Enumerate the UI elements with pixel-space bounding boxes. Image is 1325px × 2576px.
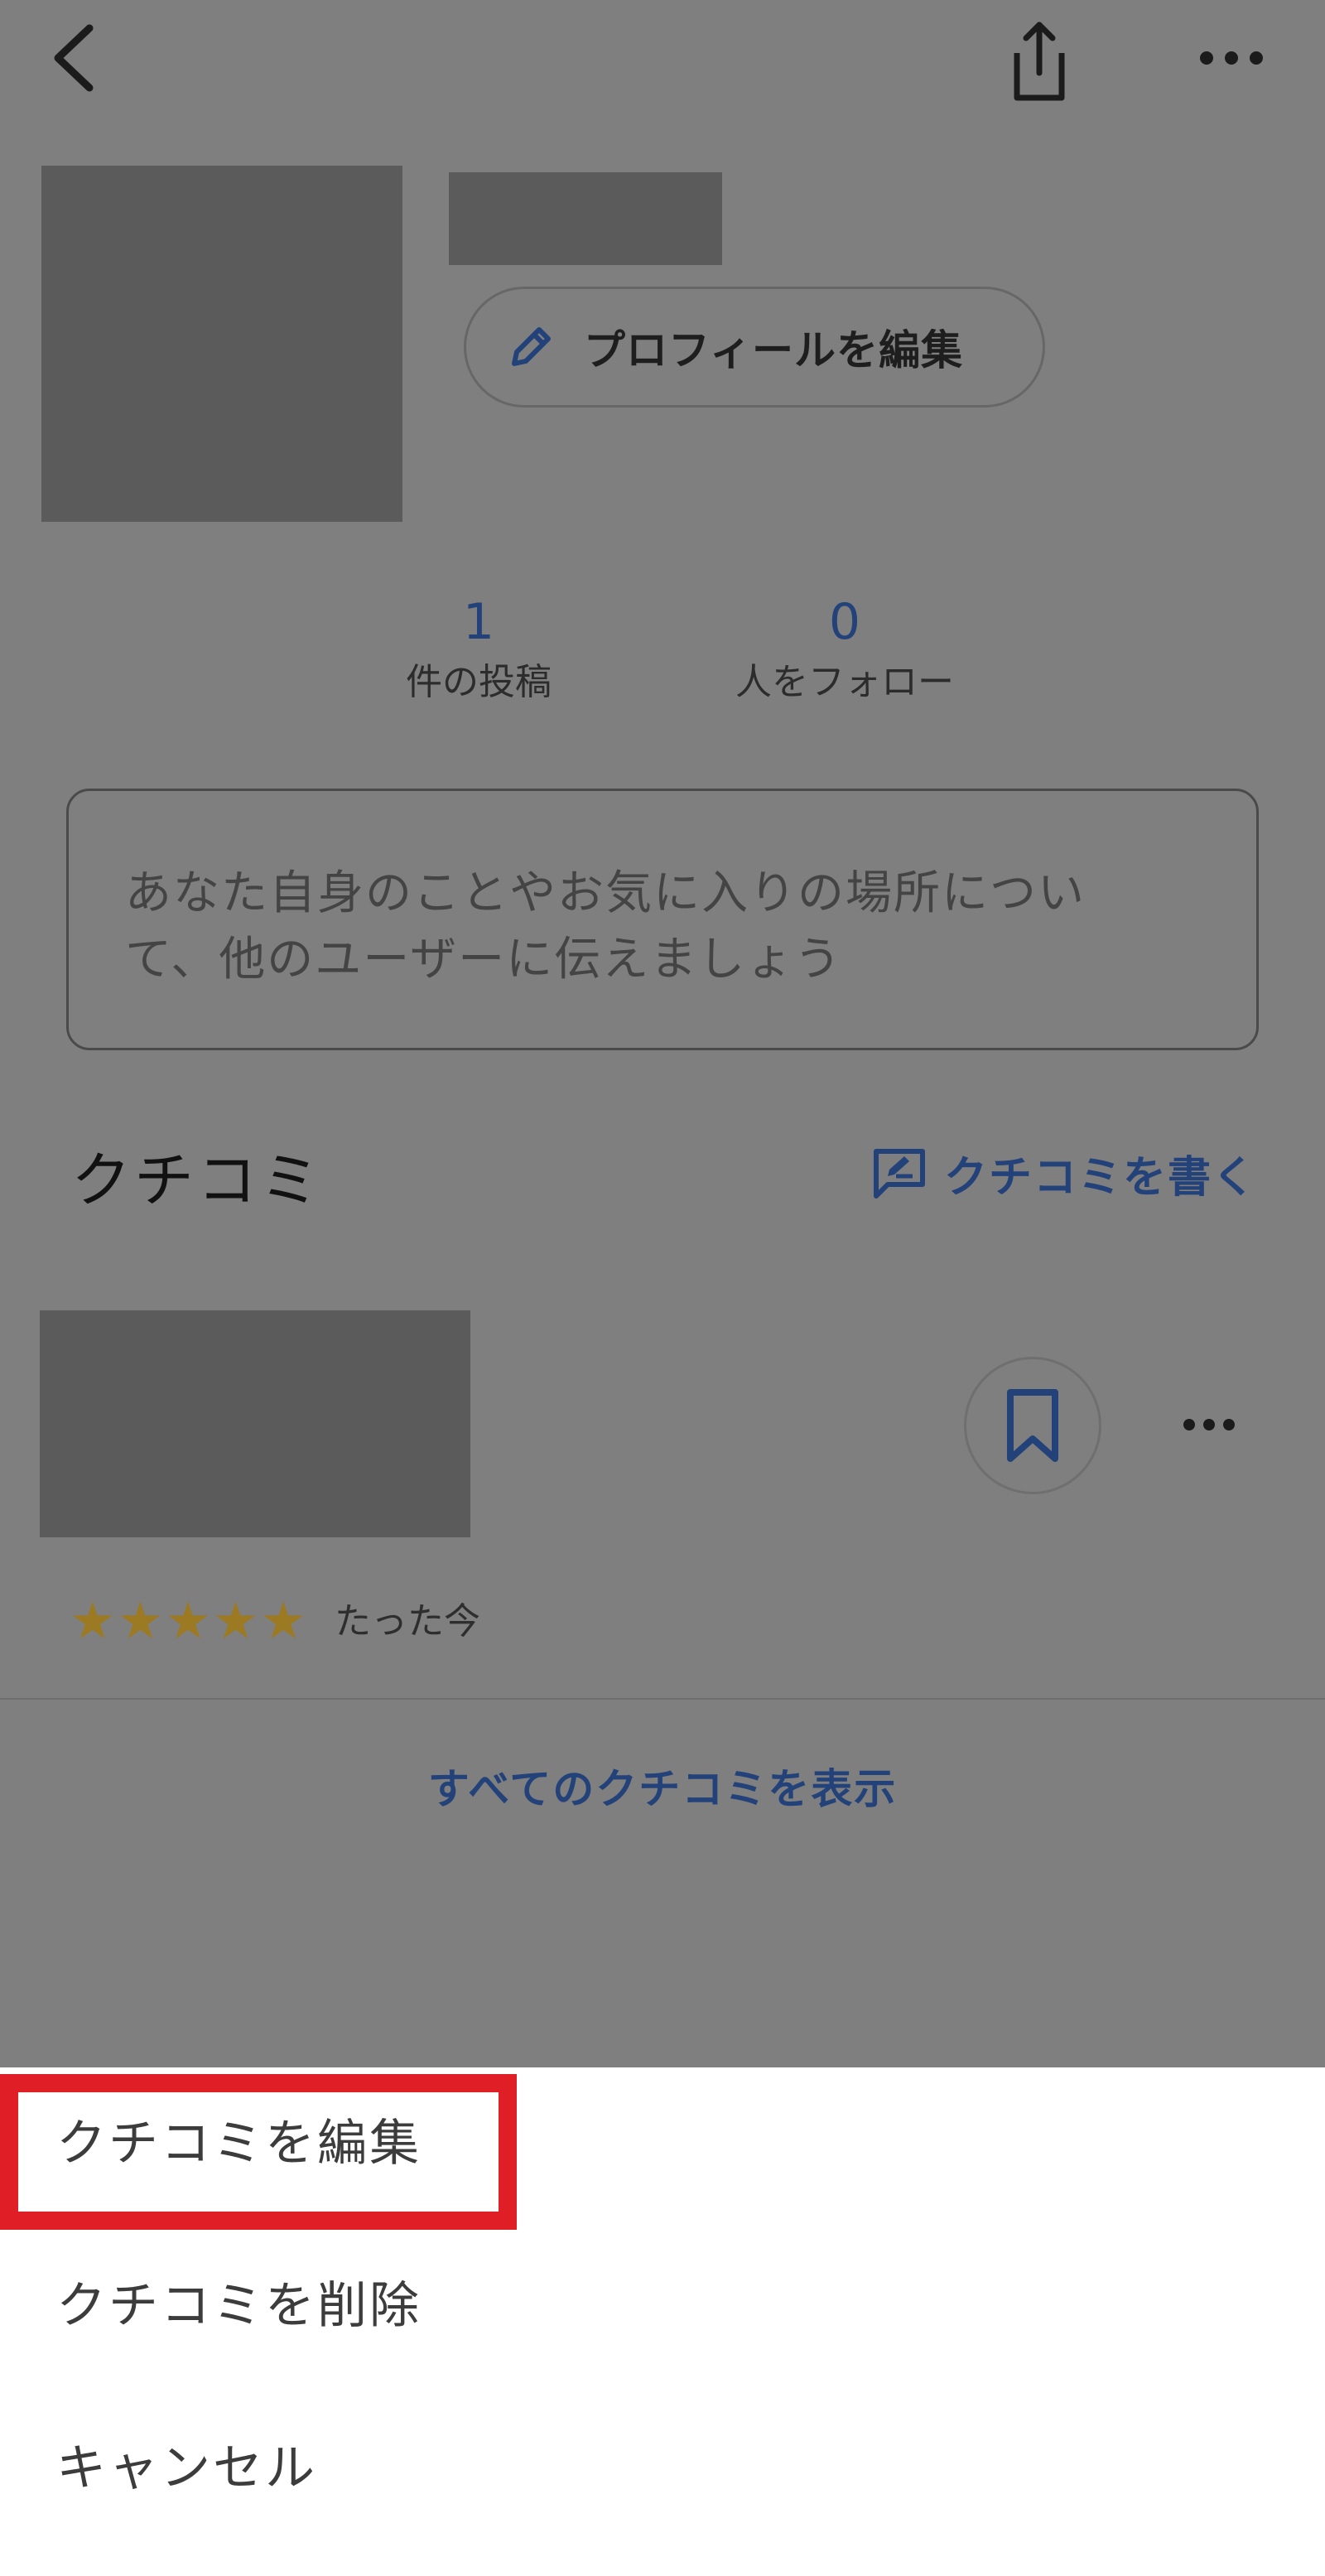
write-review-link[interactable]: クチコミを書く	[871, 1140, 1257, 1206]
write-review-label: クチコミを書く	[944, 1152, 1258, 1203]
stat-following-value: 0	[828, 593, 861, 651]
divider	[0, 1698, 1325, 1700]
more-horizontal-icon	[1183, 1419, 1235, 1430]
review-more-button[interactable]	[1179, 1406, 1239, 1443]
edit-profile-button[interactable]: プロフィールを編集	[464, 287, 1045, 408]
bio-placeholder-line1: あなた自身のことやお気に入りの場所につい	[125, 866, 1086, 920]
stat-posts-value: 1	[462, 593, 495, 651]
profile-name-redacted	[449, 172, 722, 265]
more-options-button[interactable]	[1196, 33, 1267, 83]
share-icon	[1014, 22, 1065, 101]
share-button[interactable]	[1004, 18, 1075, 104]
show-all-reviews-link[interactable]: すべてのクチコミを表示	[0, 1756, 1325, 1816]
bio-placeholder-line2: て、他のユーザーに伝えましょう	[125, 933, 843, 987]
back-button[interactable]	[43, 18, 106, 98]
stat-following[interactable]: 0 人をフォロー	[679, 590, 1010, 707]
delete-review-option[interactable]: クチコミを削除	[56, 2273, 422, 2339]
edit-profile-label: プロフィールを編集	[584, 326, 963, 374]
star-icon: ★	[212, 1590, 259, 1651]
star-icon: ★	[117, 1590, 164, 1651]
chevron-left-icon	[54, 24, 94, 92]
star-icon: ★	[165, 1590, 211, 1651]
bio-input[interactable]: あなた自身のことやお気に入りの場所につい て、他のユーザーに伝えましょう	[66, 789, 1259, 1050]
bookmark-icon	[1007, 1389, 1058, 1462]
cancel-option[interactable]: キャンセル	[56, 2435, 317, 2501]
highlight-annotation	[0, 2074, 517, 2230]
reviews-section-title: クチコミ	[71, 1146, 324, 1215]
save-place-button[interactable]	[964, 1357, 1101, 1494]
stat-posts-caption: 件の投稿	[406, 661, 552, 703]
stat-posts[interactable]: 1 件の投稿	[313, 590, 644, 707]
star-icon: ★	[260, 1590, 306, 1651]
stat-following-caption: 人をフォロー	[735, 661, 954, 703]
profile-photo-redacted	[41, 166, 402, 522]
pencil-icon	[512, 327, 551, 366]
review-timestamp: たった今	[335, 1600, 480, 1643]
write-review-icon	[874, 1149, 925, 1199]
profile-page: プロフィールを編集 1 件の投稿 0 人をフォロー あなた自身のことやお気に入り…	[0, 0, 1325, 2067]
more-horizontal-icon	[1200, 51, 1263, 65]
review-place-redacted[interactable]	[40, 1310, 470, 1537]
star-icon: ★	[70, 1590, 116, 1651]
star-rating: ★ ★ ★ ★ ★	[70, 1592, 308, 1650]
